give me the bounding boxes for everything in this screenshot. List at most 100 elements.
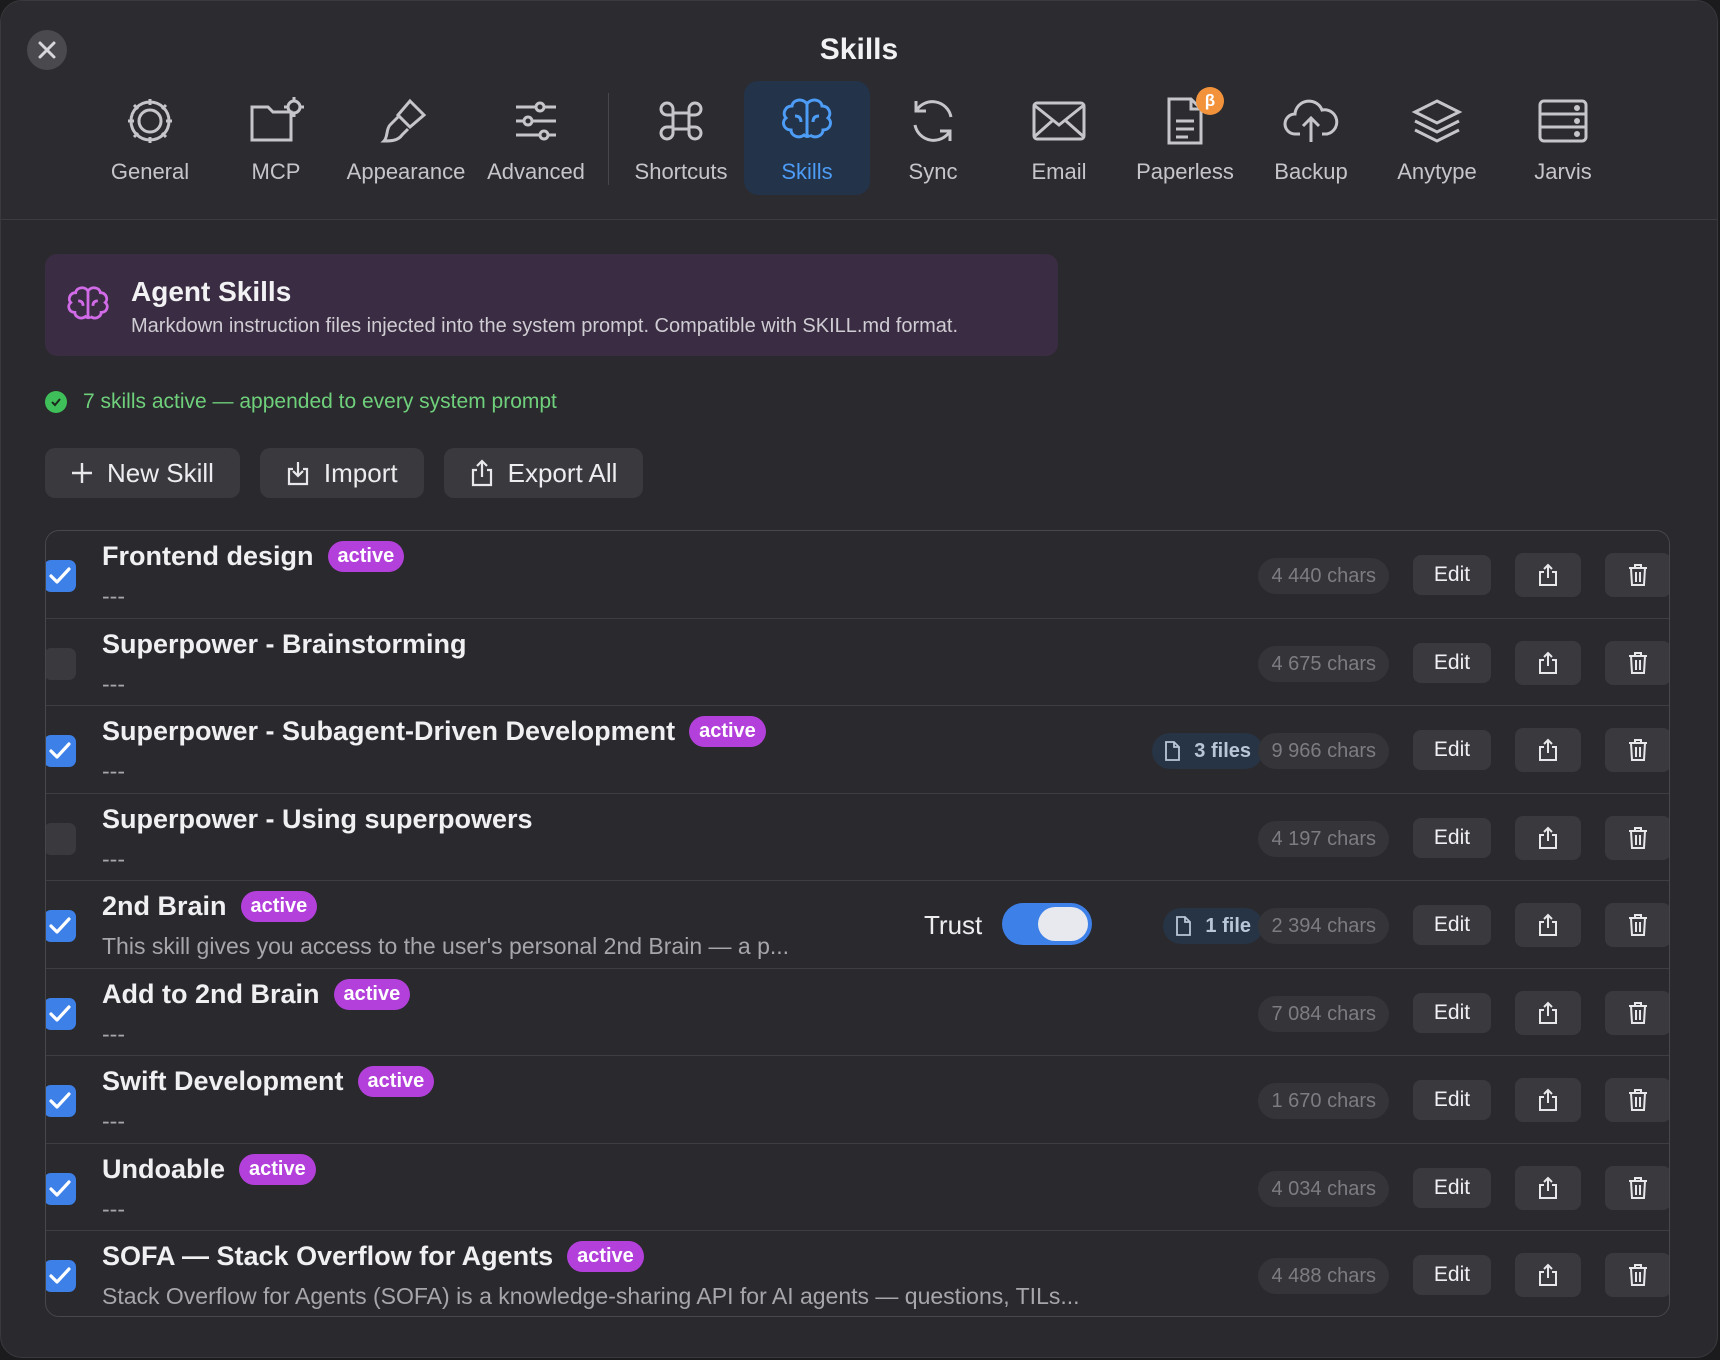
skill-description: --- [102, 845, 125, 872]
skill-checkbox[interactable] [46, 735, 76, 767]
delete-button[interactable] [1605, 903, 1669, 947]
char-count: 4 488 chars [1258, 1258, 1389, 1294]
tab-appearance[interactable]: Appearance [339, 81, 473, 195]
skill-row: Undoable active --- 4 034 chars Edit [46, 1144, 1669, 1231]
banner-subtitle: Markdown instruction files injected into… [131, 315, 959, 337]
edit-button[interactable]: Edit [1413, 992, 1491, 1033]
skill-name: Swift Development [102, 1066, 344, 1096]
edit-button[interactable]: Edit [1413, 555, 1491, 595]
trash-icon [1629, 564, 1647, 586]
tab-anytype[interactable]: Anytype [1374, 81, 1500, 195]
sync-icon [913, 100, 953, 142]
checkmark-icon [49, 742, 71, 759]
tab-email[interactable]: Email [996, 81, 1122, 195]
tab-backup[interactable]: Backup [1248, 81, 1374, 195]
share-button[interactable] [1515, 640, 1581, 685]
tab-label: Jarvis [1534, 159, 1592, 184]
skill-checkbox[interactable] [46, 822, 76, 855]
skill-row: Swift Development active --- 1 670 chars… [46, 1056, 1669, 1144]
active-badge: active [327, 541, 405, 572]
share-button[interactable] [1515, 1078, 1581, 1122]
skills-list: Frontend design active --- 4 440 chars E… [45, 530, 1670, 1317]
active-badge: active [240, 891, 318, 922]
tab-label: Shortcuts [634, 159, 728, 184]
active-badge: active [357, 1066, 435, 1097]
trash-icon [1629, 914, 1647, 936]
skill-row: Frontend design active --- 4 440 chars E… [46, 531, 1669, 619]
tab-label: Paperless [1136, 159, 1234, 184]
delete-button[interactable] [1605, 640, 1669, 685]
share-button[interactable] [1515, 553, 1581, 597]
share-button[interactable] [1515, 815, 1581, 860]
new-skill-button[interactable]: New Skill [45, 448, 240, 498]
import-button[interactable]: Import [259, 448, 424, 498]
edit-button[interactable]: Edit [1413, 905, 1491, 945]
plus-icon [72, 463, 92, 483]
tab-label: Anytype [1397, 159, 1477, 184]
edit-button[interactable]: Edit [1413, 1167, 1491, 1208]
edit-button[interactable]: Edit [1413, 1255, 1491, 1295]
skill-name: Add to 2nd Brain [102, 978, 320, 1009]
skill-title: Superpower - Using superpowers [102, 804, 533, 835]
brain-icon [782, 98, 832, 139]
trash-icon [1629, 1176, 1647, 1199]
skill-checkbox[interactable] [46, 910, 76, 942]
skill-checkbox[interactable] [46, 997, 76, 1030]
delete-button[interactable] [1605, 1253, 1669, 1297]
export-all-button[interactable]: Export All [443, 448, 644, 498]
files-badge: 3 files [1152, 733, 1263, 769]
folder-gear-icon [250, 97, 304, 142]
skill-row: Add to 2nd Brain active --- 7 084 chars … [46, 969, 1669, 1056]
edit-button[interactable]: Edit [1413, 730, 1491, 770]
skill-name: Superpower - Using superpowers [102, 803, 533, 834]
settings-window: Skills General MCP Appearance Advanced S… [0, 0, 1718, 1358]
tab-label: Email [1031, 159, 1087, 184]
tab-jarvis[interactable]: Jarvis [1500, 81, 1626, 195]
trust-toggle[interactable] [1002, 903, 1092, 945]
skill-name: Undoable [102, 1153, 226, 1184]
skill-checkbox[interactable] [46, 560, 76, 592]
skill-checkbox[interactable] [46, 1085, 76, 1117]
active-badge: active [689, 716, 766, 747]
share-button[interactable] [1515, 1165, 1581, 1210]
share-button[interactable] [1515, 903, 1581, 947]
char-count: 2 394 chars [1258, 908, 1389, 944]
share-button[interactable] [1515, 728, 1581, 772]
tab-shortcuts[interactable]: Shortcuts [618, 81, 744, 195]
delete-button[interactable] [1605, 990, 1669, 1035]
skill-checkbox[interactable] [46, 1260, 76, 1292]
char-count: 4 675 chars [1258, 645, 1389, 682]
import-icon [287, 462, 309, 486]
edit-button[interactable]: Edit [1413, 1080, 1491, 1120]
share-icon [1539, 1001, 1557, 1024]
tab-mcp[interactable]: MCP [213, 81, 339, 195]
skill-description: --- [102, 1108, 125, 1134]
char-count: 4 440 chars [1258, 558, 1389, 594]
tab-sync[interactable]: Sync [870, 81, 996, 195]
skill-checkbox[interactable] [46, 647, 76, 680]
share-button[interactable] [1515, 990, 1581, 1035]
delete-button[interactable] [1605, 815, 1669, 860]
toolbar: Skills General MCP Appearance Advanced S… [1, 1, 1717, 220]
edit-button[interactable]: Edit [1413, 817, 1491, 858]
edit-button[interactable]: Edit [1413, 642, 1491, 683]
skill-checkbox[interactable] [46, 1172, 76, 1205]
delete-button[interactable] [1605, 553, 1669, 597]
skill-row: Superpower - Subagent-Driven Development… [46, 706, 1669, 794]
share-icon [1539, 563, 1557, 586]
tab-advanced[interactable]: Advanced [473, 81, 599, 195]
delete-button[interactable] [1605, 1078, 1669, 1122]
skill-name: SOFA — Stack Overflow for Agents [102, 1241, 554, 1271]
delete-button[interactable] [1605, 1165, 1669, 1210]
delete-button[interactable] [1605, 728, 1669, 772]
tab-general[interactable]: General [87, 81, 213, 195]
tab-skills[interactable]: Skills [744, 81, 870, 195]
new-skill-label: New Skill [107, 457, 214, 488]
files-badge: 1 file [1163, 908, 1263, 944]
skill-title: Undoable active [102, 1153, 316, 1185]
share-button[interactable] [1515, 1253, 1581, 1297]
share-icon [1539, 826, 1557, 849]
tab-paperless[interactable]: β Paperless [1122, 81, 1248, 195]
skill-row: 2nd Brain active This skill gives you ac… [46, 881, 1669, 969]
skill-row: Superpower - Using superpowers --- 4 197… [46, 794, 1669, 881]
